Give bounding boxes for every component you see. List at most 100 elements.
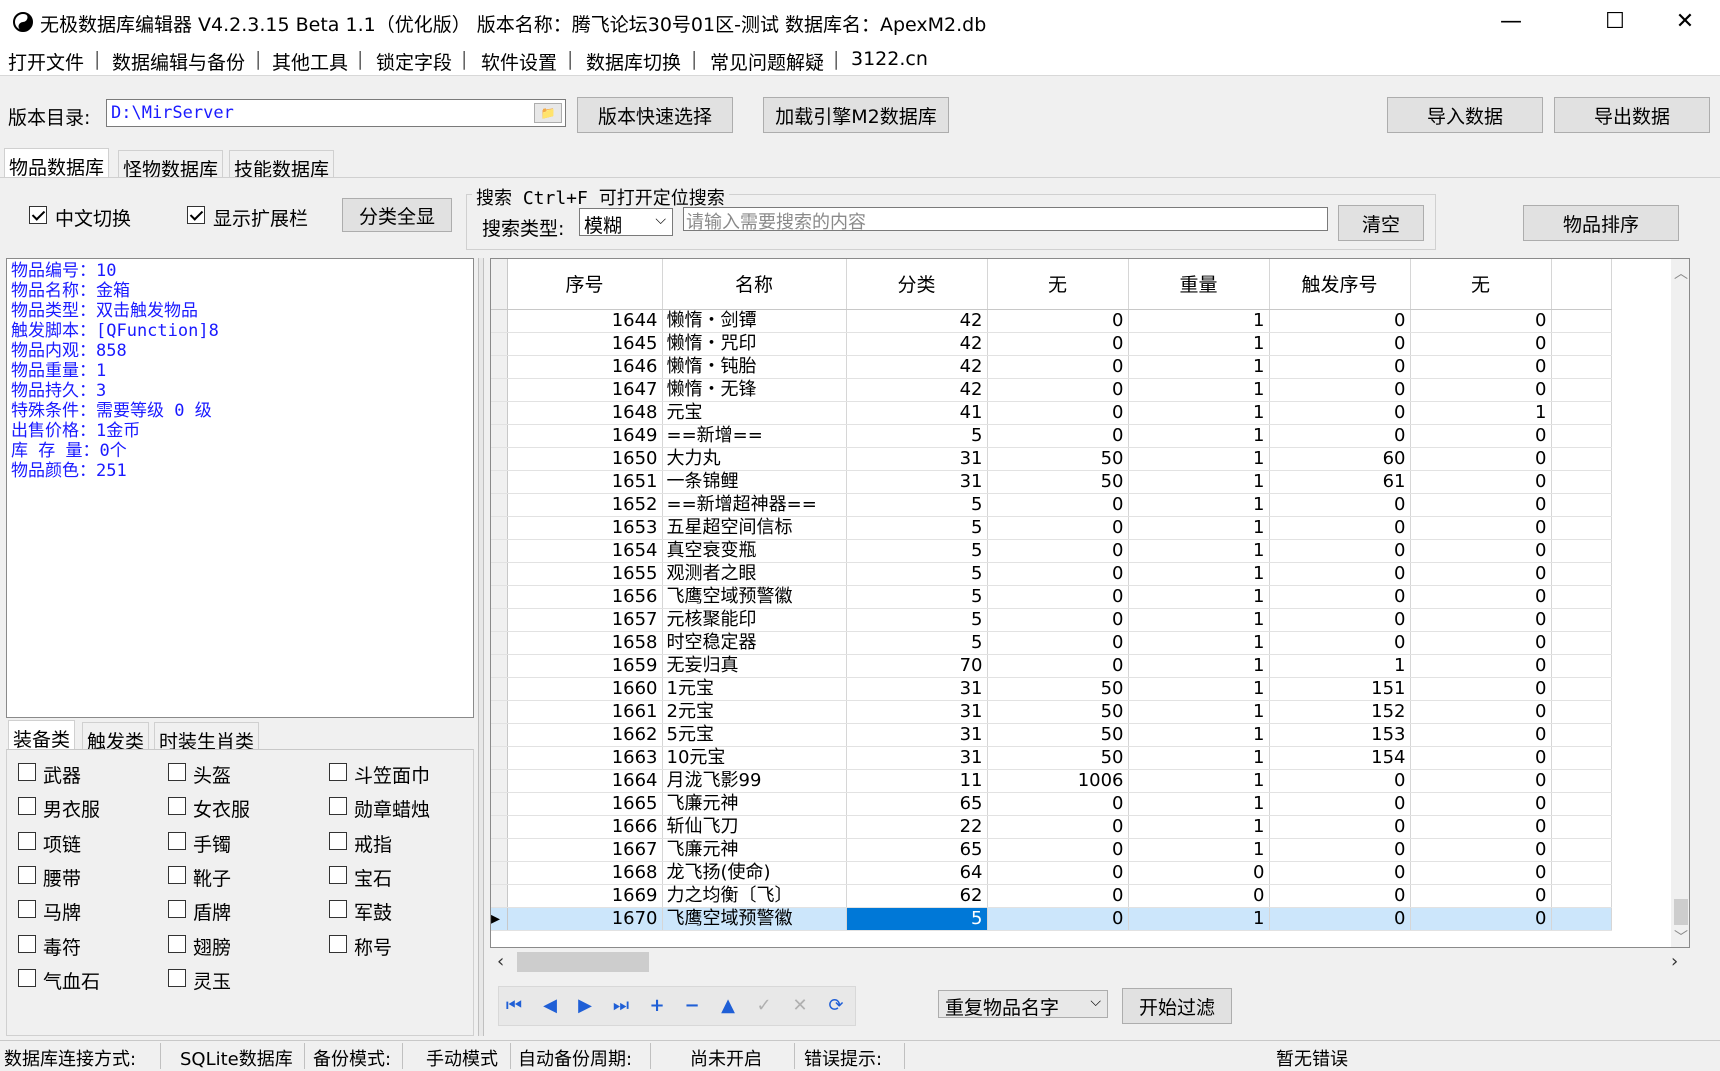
- table-cell[interactable]: 1: [1128, 516, 1270, 540]
- table-cell[interactable]: 真空衰变瓶: [662, 539, 847, 563]
- category-checkbox[interactable]: [329, 832, 347, 850]
- table-cell[interactable]: 41: [846, 401, 988, 425]
- row-indicator[interactable]: [491, 516, 508, 540]
- vertical-scrollbar[interactable]: ︿ ﹀: [1671, 259, 1689, 947]
- table-cell[interactable]: 42: [846, 378, 988, 402]
- start-filter-button[interactable]: 开始过滤: [1122, 988, 1232, 1024]
- table-cell[interactable]: 1006: [987, 769, 1129, 793]
- table-cell[interactable]: 0: [1269, 562, 1411, 586]
- minimize-button[interactable]: —: [1476, 0, 1546, 44]
- table-cell[interactable]: 42: [846, 332, 988, 356]
- table-cell[interactable]: 1: [1128, 539, 1270, 563]
- table-row[interactable]: 1649 ==新增== 5 0 1 0 0: [491, 424, 1612, 448]
- row-indicator[interactable]: [491, 424, 508, 448]
- table-cell[interactable]: 0: [1269, 838, 1411, 862]
- scroll-up-icon[interactable]: ︿: [1674, 263, 1688, 283]
- table-cell[interactable]: 5: [846, 493, 988, 517]
- table-cell[interactable]: 大力丸: [662, 447, 847, 471]
- row-indicator[interactable]: [491, 654, 508, 678]
- table-cell[interactable]: 0: [987, 516, 1129, 540]
- row-indicator[interactable]: [491, 585, 508, 609]
- table-cell[interactable]: 0: [1269, 355, 1411, 379]
- insert-record-icon[interactable]: +: [647, 996, 667, 1016]
- menu-faq[interactable]: 常见问题解疑: [710, 48, 824, 75]
- category-checkbox[interactable]: [168, 900, 186, 918]
- table-cell[interactable]: 1: [1128, 838, 1270, 862]
- category-checkbox[interactable]: [18, 832, 36, 850]
- table-cell[interactable]: 1661: [507, 700, 663, 724]
- table-cell[interactable]: 飞廉元神: [662, 792, 847, 816]
- table-cell[interactable]: 5: [846, 585, 988, 609]
- table-row[interactable]: 1668 龙飞扬(使命) 64 0 0 0 0: [491, 861, 1612, 885]
- table-cell[interactable]: 154: [1269, 746, 1411, 770]
- filter-type-select[interactable]: 重复物品名字 ⌵: [938, 990, 1108, 1019]
- table-cell[interactable]: 31: [846, 677, 988, 701]
- table-cell[interactable]: 1: [1128, 378, 1270, 402]
- table-cell[interactable]: 0: [1410, 539, 1552, 563]
- column-header[interactable]: 无: [987, 259, 1129, 310]
- table-row[interactable]: 1667 飞廉元神 65 0 1 0 0: [491, 838, 1612, 862]
- table-cell[interactable]: 0: [1410, 447, 1552, 471]
- table-cell[interactable]: 1: [1128, 792, 1270, 816]
- table-row[interactable]: 1645 懒惰・咒印 42 0 1 0 0: [491, 332, 1612, 356]
- post-record-icon[interactable]: ✓: [754, 996, 774, 1016]
- table-cell[interactable]: 1656: [507, 585, 663, 609]
- table-cell[interactable]: ==新增==: [662, 424, 847, 448]
- table-cell[interactable]: 0: [1269, 861, 1411, 885]
- maximize-button[interactable]: ☐: [1580, 0, 1650, 44]
- category-checkbox[interactable]: [168, 763, 186, 781]
- table-cell[interactable]: 0: [1410, 470, 1552, 494]
- category-checkbox[interactable]: [329, 797, 347, 815]
- row-indicator[interactable]: [491, 815, 508, 839]
- category-checkbox[interactable]: [18, 797, 36, 815]
- table-cell[interactable]: 1644: [507, 309, 663, 333]
- import-button[interactable]: 导入数据: [1387, 97, 1543, 133]
- table-cell[interactable]: 1662: [507, 723, 663, 747]
- category-checkbox[interactable]: [18, 866, 36, 884]
- table-row[interactable]: 1654 真空衰变瓶 5 0 1 0 0: [491, 539, 1612, 563]
- tab-items[interactable]: 物品数据库: [4, 148, 110, 179]
- table-row[interactable]: 1661 2元宝 31 50 1 152 0: [491, 700, 1612, 724]
- table-cell[interactable]: 1667: [507, 838, 663, 862]
- menu-lock-fields[interactable]: 锁定字段: [376, 48, 452, 75]
- horizontal-scrollbar[interactable]: ‹ ›: [491, 948, 1689, 976]
- table-cell[interactable]: 0: [1410, 562, 1552, 586]
- subtab-equipment[interactable]: 装备类: [8, 720, 76, 751]
- horizontal-scroll-thumb[interactable]: [517, 952, 649, 972]
- table-row[interactable]: 1666 斩仙飞刀 22 0 1 0 0: [491, 815, 1612, 839]
- table-cell[interactable]: 0: [1269, 516, 1411, 540]
- table-cell[interactable]: 月泷飞影99: [662, 769, 847, 793]
- chinese-switch-checkbox[interactable]: [29, 206, 47, 224]
- table-cell[interactable]: 0: [987, 654, 1129, 678]
- table-cell[interactable]: 1: [1128, 723, 1270, 747]
- table-cell[interactable]: 0: [987, 539, 1129, 563]
- table-cell[interactable]: 五星超空间信标: [662, 516, 847, 540]
- table-cell[interactable]: 0: [1410, 769, 1552, 793]
- row-indicator[interactable]: [491, 861, 508, 885]
- scroll-left-icon[interactable]: ‹: [497, 951, 504, 972]
- table-cell[interactable]: 0: [987, 309, 1129, 333]
- table-cell[interactable]: 0: [1410, 378, 1552, 402]
- table-cell[interactable]: 1: [1128, 608, 1270, 632]
- table-cell[interactable]: 懒惰・咒印: [662, 332, 847, 356]
- table-cell[interactable]: 1663: [507, 746, 663, 770]
- table-cell[interactable]: 0: [987, 585, 1129, 609]
- last-record-icon[interactable]: ⏭: [611, 996, 631, 1016]
- table-cell[interactable]: 懒惰・剑镡: [662, 309, 847, 333]
- dir-input[interactable]: D:\MirServer 📁: [106, 99, 566, 127]
- table-cell[interactable]: 1653: [507, 516, 663, 540]
- category-checkbox[interactable]: [18, 969, 36, 987]
- table-cell[interactable]: 0: [1410, 907, 1552, 931]
- category-checkbox[interactable]: [168, 797, 186, 815]
- table-row[interactable]: 1660 1元宝 31 50 1 151 0: [491, 677, 1612, 701]
- table-cell[interactable]: 11: [846, 769, 988, 793]
- table-cell[interactable]: 60: [1269, 447, 1411, 471]
- table-cell[interactable]: 1647: [507, 378, 663, 402]
- row-indicator[interactable]: [491, 746, 508, 770]
- table-cell[interactable]: 0: [1410, 838, 1552, 862]
- table-cell[interactable]: 31: [846, 470, 988, 494]
- subtab-trigger[interactable]: 触发类: [82, 722, 150, 753]
- tab-skills[interactable]: 技能数据库: [229, 150, 335, 181]
- table-cell[interactable]: 1646: [507, 355, 663, 379]
- clear-button[interactable]: 清空: [1338, 205, 1424, 241]
